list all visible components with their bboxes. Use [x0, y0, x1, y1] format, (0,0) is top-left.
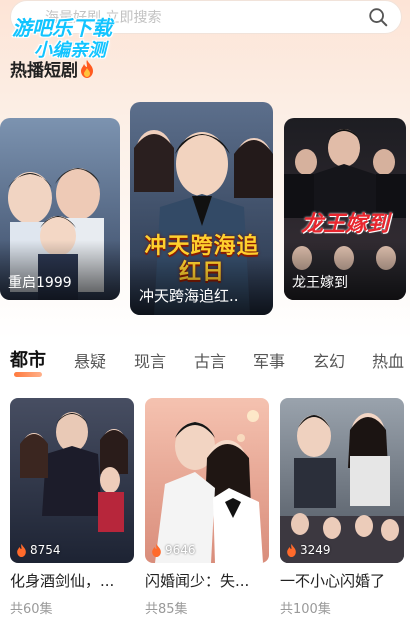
episode-count: 共100集 [280, 602, 331, 617]
category-tabs: 都市 悬疑 现言 古言 军事 玄幻 热血 [0, 340, 410, 380]
poster-title-text: 龙王嫁到 [300, 212, 389, 237]
hot-card-title: 冲天跨海追红.. [139, 287, 239, 305]
drama-card-2[interactable]: 9646 [145, 398, 269, 563]
flame-icon [287, 543, 296, 557]
view-count: 3249 [286, 543, 331, 557]
hot-section-label: 热播短剧 [10, 61, 78, 81]
flame-icon [17, 543, 26, 557]
view-count-value: 8754 [30, 543, 61, 557]
episode-count: 共60集 [10, 602, 53, 617]
tab-rexue[interactable]: 热血 [372, 348, 404, 372]
episode-count: 共85集 [145, 602, 188, 617]
search-icon[interactable] [367, 6, 389, 28]
hot-card-chongtian[interactable]: 冲天跨海追红日 冲天跨海追红.. [130, 102, 273, 315]
view-count-value: 9646 [165, 543, 196, 557]
hot-section-title: 热播短剧 [10, 56, 94, 81]
poster-title-art: 龙王嫁到 [288, 206, 402, 238]
poster-image [145, 398, 269, 563]
hot-card-reboot-1999[interactable]: 重启1999 [0, 118, 120, 300]
view-count: 9646 [151, 543, 196, 557]
tab-guyan[interactable]: 古言 [194, 348, 226, 372]
watermark-logo: 游吧乐下载 小编亲测 [6, 12, 156, 62]
hot-card-title: 龙王嫁到 [292, 275, 348, 291]
drama-card-3[interactable]: 3249 [280, 398, 404, 563]
view-count-value: 3249 [300, 543, 331, 557]
tab-xuanhuan[interactable]: 玄幻 [313, 348, 345, 372]
hot-card-dragon-king[interactable]: 龙王嫁到 龙王嫁到 [284, 118, 406, 300]
poster-image [10, 398, 134, 563]
view-count: 8754 [16, 543, 61, 557]
drama-card-1[interactable]: 化身酒剑仙，... 8754 [10, 398, 134, 563]
active-tab-indicator [14, 372, 42, 377]
drama-title[interactable]: 闪婚闻少：失... [145, 570, 249, 591]
flame-icon [152, 543, 161, 557]
tab-junshi[interactable]: 军事 [253, 348, 285, 372]
drama-title[interactable]: 一不小心闪婚了 [280, 570, 385, 591]
drama-title[interactable]: 化身酒剑仙，... [10, 570, 114, 591]
tab-xianyan[interactable]: 现言 [134, 348, 166, 372]
poster-image [280, 398, 404, 563]
hot-card-title: 重启1999 [8, 275, 72, 291]
fire-icon [81, 60, 93, 78]
tab-xuanyi[interactable]: 悬疑 [74, 348, 106, 372]
tab-dushi[interactable]: 都市 [10, 346, 46, 372]
